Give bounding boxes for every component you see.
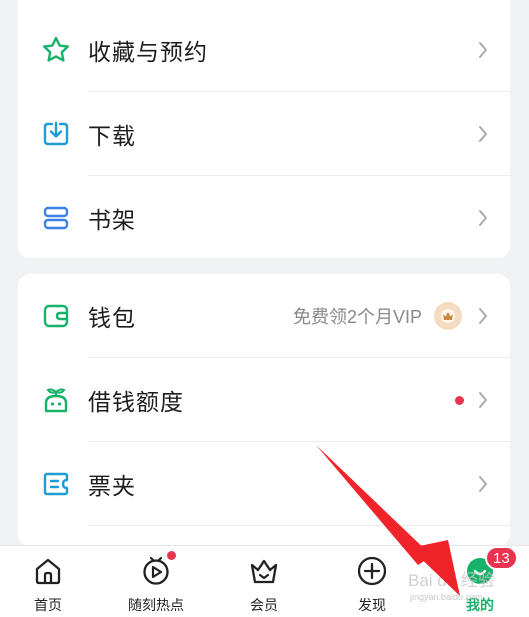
menu-label-favorites: 收藏与预约: [88, 40, 208, 66]
menu-label-wallet: 钱包: [88, 306, 136, 332]
profile-badge-count: 13: [485, 546, 518, 570]
chevron-right-icon: [476, 306, 490, 326]
notification-dot: [455, 395, 464, 405]
play-icon: [139, 551, 176, 588]
bottom-tab-bar: 首页 随刻热点 会员 发现 13 我的: [0, 545, 529, 617]
tab-label-mine: 我的: [466, 598, 494, 614]
tab-label-vip: 会员: [250, 598, 278, 614]
menu-row-wallet[interactable]: 钱包 免费领2个月VIP: [18, 274, 510, 358]
tab-label-home: 首页: [34, 598, 62, 614]
crown-icon: [247, 554, 281, 588]
menu-row-bookshelf[interactable]: 书架: [18, 176, 510, 258]
menu-label-loan: 借钱额度: [88, 390, 184, 416]
chevron-right-icon: [476, 474, 490, 494]
tab-label-discover: 发现: [358, 598, 386, 614]
notification-dot: [167, 551, 176, 560]
tab-discover[interactable]: 发现: [322, 554, 422, 615]
tab-hot[interactable]: 随刻热点: [106, 551, 206, 615]
menu-row-loan[interactable]: 借钱额度: [18, 358, 510, 442]
tab-home[interactable]: 首页: [0, 554, 98, 615]
menu-card-1: 收藏与预约 下载 书架: [18, 0, 510, 258]
vip-crown-icon: [434, 302, 462, 330]
plus-icon: [355, 554, 389, 588]
tab-mine[interactable]: 13 我的: [430, 546, 529, 615]
bookshelf-icon: [40, 202, 72, 234]
wallet-vip-promo[interactable]: 免费领2个月VIP: [293, 303, 422, 329]
profile-icon: 13: [463, 546, 518, 588]
chevron-right-icon: [476, 124, 490, 144]
tab-label-hot: 随刻热点: [128, 598, 184, 614]
chevron-right-icon: [476, 208, 490, 228]
sprout-icon: [40, 384, 72, 416]
menu-card-2: 钱包 免费领2个月VIP 借钱额度 票夹: [18, 274, 510, 546]
wallet-icon: [40, 300, 72, 332]
menu-row-download[interactable]: 下载: [18, 92, 510, 176]
chevron-right-icon: [476, 40, 490, 60]
download-icon: [40, 118, 72, 150]
ticket-icon: [40, 468, 72, 500]
menu-label-download: 下载: [88, 124, 136, 150]
menu-label-bookshelf: 书架: [88, 208, 136, 234]
menu-row-favorites[interactable]: 收藏与预约: [18, 8, 510, 92]
menu-row-ticket[interactable]: 票夹: [18, 442, 510, 526]
tab-vip[interactable]: 会员: [214, 554, 314, 615]
star-icon: [40, 34, 72, 66]
chevron-right-icon: [476, 390, 490, 410]
home-icon: [31, 554, 65, 588]
menu-label-ticket: 票夹: [88, 474, 136, 500]
